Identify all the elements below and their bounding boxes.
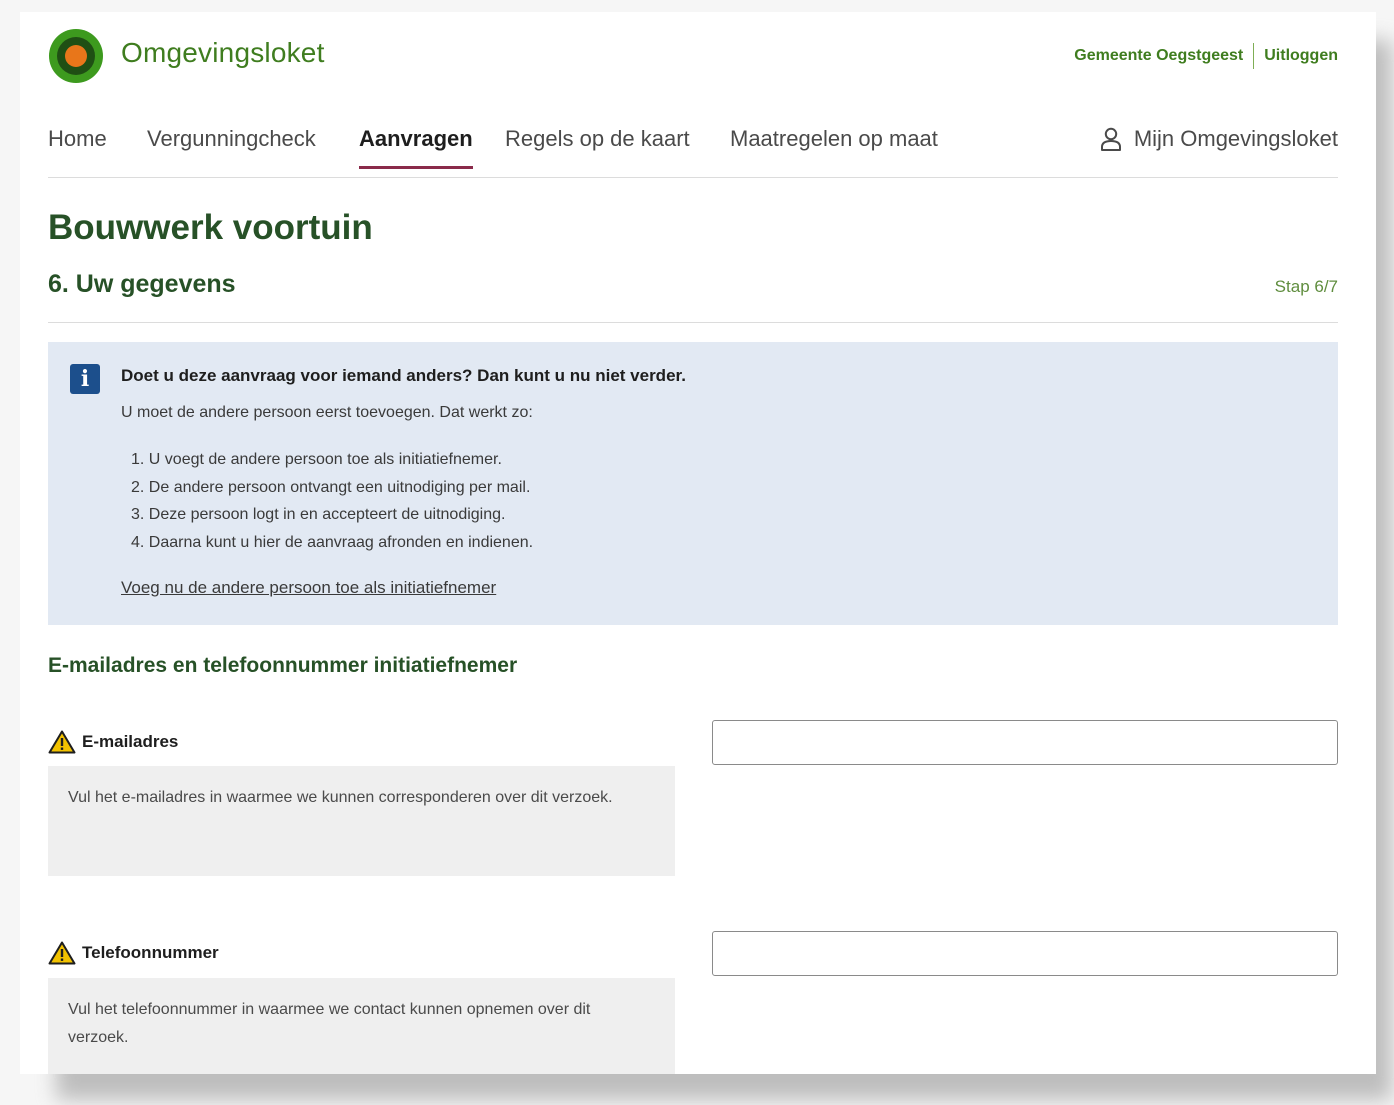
page-title: Bouwwerk voortuin (48, 208, 373, 247)
logo-icon[interactable] (48, 28, 104, 84)
municipality-link[interactable]: Gemeente Oegstgeest (1074, 47, 1243, 65)
nav-item-maatregelen-op-maat[interactable]: Maatregelen op maat (730, 126, 938, 166)
page: Omgevingsloket Gemeente Oegstgeest Uitlo… (20, 12, 1376, 1074)
nav-item-aanvragen[interactable]: Aanvragen (359, 126, 473, 169)
email-label: E-mailadres (48, 730, 178, 754)
info-steps: 1. U voegt de andere persoon toe als ini… (131, 450, 533, 560)
user-icon (1100, 127, 1121, 151)
step-title: 6. Uw gegevens (48, 270, 236, 298)
nav-item-home[interactable]: Home (48, 126, 107, 166)
brand-name[interactable]: Omgevingsloket (121, 37, 325, 69)
warning-icon (48, 941, 76, 965)
list-item: 1. U voegt de andere persoon toe als ini… (131, 451, 502, 468)
logout-link[interactable]: Uitloggen (1264, 47, 1338, 65)
step-counter: Stap 6/7 (1274, 277, 1338, 296)
section-title: E-mailadres en telefoonnummer initiatief… (48, 654, 518, 677)
nav-item-mijn-omgevingsloket[interactable]: Mijn Omgevingsloket (1100, 126, 1338, 152)
info-heading: Doet u deze aanvraag voor iemand anders?… (121, 366, 686, 385)
top-links: Gemeente Oegstgeest Uitloggen (1074, 43, 1338, 69)
warning-icon (48, 730, 76, 754)
add-initiator-link[interactable]: Voeg nu de andere persoon toe als initia… (121, 578, 496, 598)
top-links-divider (1253, 43, 1255, 69)
phone-help: Vul het telefoonnummer in waarmee we con… (48, 978, 675, 1074)
list-item: 2. De andere persoon ontvangt een uitnod… (131, 478, 531, 496)
phone-label: Telefoonnummer (48, 941, 219, 965)
info-intro: U moet de andere persoon eerst toevoegen… (121, 404, 533, 421)
phone-label-text: Telefoonnummer (82, 943, 219, 962)
phone-field[interactable] (712, 931, 1338, 976)
info-box: i Doet u deze aanvraag voor iemand ander… (48, 342, 1338, 625)
main-nav: Home Vergunningcheck Aanvragen Regels op… (48, 126, 1338, 178)
email-field[interactable] (712, 720, 1338, 765)
divider (48, 322, 1338, 323)
info-icon: i (70, 364, 100, 394)
account-label: Mijn Omgevingsloket (1133, 126, 1338, 151)
nav-item-vergunningcheck[interactable]: Vergunningcheck (147, 126, 316, 166)
list-item: 4. Daarna kunt u hier de aanvraag afrond… (131, 533, 534, 551)
email-help: Vul het e-mailadres in waarmee we kunnen… (48, 766, 675, 876)
email-label-text: E-mailadres (82, 732, 179, 751)
nav-item-regels-op-de-kaart[interactable]: Regels op de kaart (505, 126, 690, 166)
list-item: 3. Deze persoon logt in en accepteert de… (131, 506, 506, 523)
